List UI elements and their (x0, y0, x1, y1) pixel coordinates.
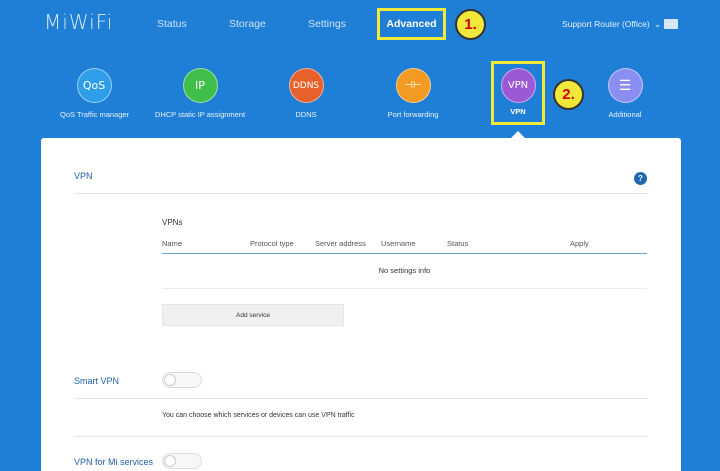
vpn-panel: VPN ? VPNs Name Protocol type Server add… (41, 138, 681, 471)
help-icon[interactable]: ? (634, 172, 647, 185)
col-protocol-type: Protocol type (250, 239, 294, 248)
col-apply: Apply (570, 239, 589, 248)
col-username: Username (381, 239, 416, 248)
step-2-marker: 2. (553, 79, 584, 110)
empty-table-message: No settings info (378, 266, 431, 275)
feature-port-forwarding[interactable]: ⊣⊢ Port forwarding (384, 68, 442, 119)
router-selector[interactable]: Support Router (Office) ⌄ (562, 19, 661, 30)
vpn-section-title: VPN (74, 171, 93, 181)
feature-ddns-label: DDNS (295, 110, 317, 119)
nav-storage[interactable]: Storage (229, 18, 266, 30)
feature-dhcp-label: DHCP static IP assignment (154, 110, 246, 119)
step-1-marker: 1. (455, 9, 486, 40)
feature-vpn-label: VPN (510, 107, 526, 116)
toggle-knob (164, 455, 176, 467)
table-header-divider (162, 253, 647, 254)
toggle-knob (164, 374, 176, 386)
nav-advanced-label: Advanced (386, 18, 437, 30)
feature-additional[interactable]: ☰ Additional (603, 68, 647, 119)
col-server-address: Server address (315, 239, 366, 248)
nav-status[interactable]: Status (157, 18, 187, 30)
vpns-list-title: VPNs (162, 218, 183, 227)
divider (74, 436, 648, 437)
mail-icon[interactable] (664, 19, 678, 29)
router-name: Support Router (Office) (562, 19, 650, 29)
feature-qos-label: QoS Traffic manager (60, 110, 130, 119)
logo: MiWiFi (44, 10, 114, 34)
add-service-label: Add service (236, 311, 270, 319)
add-service-button[interactable]: Add service (162, 304, 344, 326)
feature-ddns[interactable]: DDNS DDNS (283, 68, 329, 119)
nav-advanced[interactable]: Advanced (377, 8, 446, 40)
vpn-icon: VPN (500, 68, 536, 103)
feature-additional-label: Additional (608, 110, 642, 119)
menu-icon: ☰ (607, 68, 643, 103)
mi-services-toggle[interactable] (162, 453, 202, 469)
feature-qos[interactable]: QoS QoS Traffic manager (60, 68, 130, 119)
port-forwarding-icon: ⊣⊢ (395, 68, 431, 103)
smart-vpn-title: Smart VPN (74, 376, 120, 386)
qos-icon: QoS (76, 68, 112, 103)
ddns-icon: DDNS (288, 68, 324, 103)
divider (74, 193, 648, 194)
col-name: Name (162, 239, 183, 248)
feature-vpn[interactable]: VPN VPN (491, 61, 545, 125)
table-row-divider (162, 288, 647, 289)
smart-vpn-toggle[interactable] (162, 372, 202, 388)
mi-services-title: VPN for Mi services (74, 457, 154, 467)
feature-dhcp-static-ip[interactable]: IP DHCP static IP assignment (152, 68, 248, 119)
smart-vpn-description: You can choose which services or devices… (162, 412, 355, 419)
divider (74, 398, 648, 399)
chevron-down-icon: ⌄ (653, 19, 662, 29)
feature-port-forwarding-label: Port forwarding (387, 110, 439, 119)
col-status: Status (447, 239, 469, 248)
nav-settings[interactable]: Settings (308, 18, 346, 30)
ip-icon: IP (182, 68, 218, 103)
